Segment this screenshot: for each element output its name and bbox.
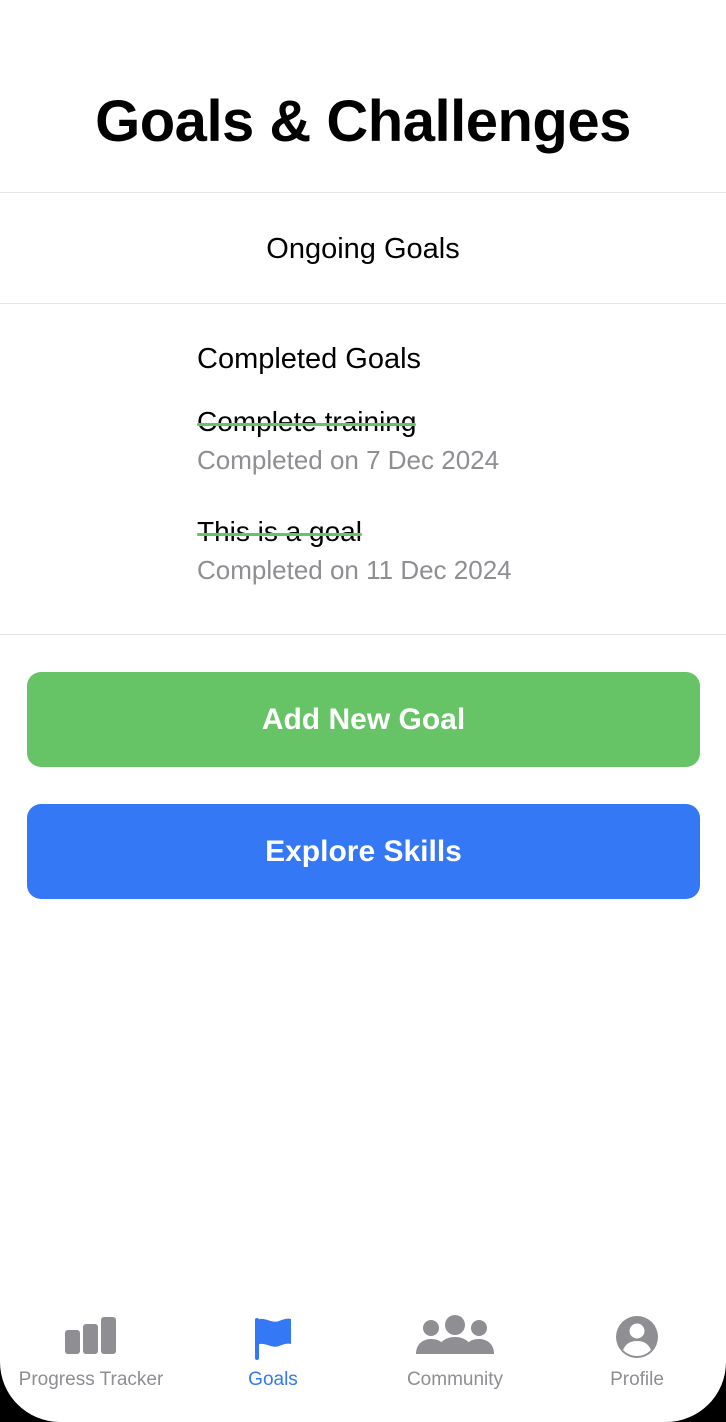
header-divider — [0, 192, 726, 193]
ongoing-divider — [0, 303, 726, 304]
person-circle-icon — [614, 1314, 660, 1365]
strikethrough-line — [197, 422, 417, 426]
flag-icon — [251, 1314, 295, 1365]
add-new-goal-button[interactable]: Add New Goal — [27, 672, 700, 767]
goal-name: This is a goal — [197, 512, 362, 552]
goal-completed-date: Completed on 7 Dec 2024 — [197, 445, 500, 475]
people-icon — [415, 1314, 495, 1363]
bar-chart-icon — [63, 1314, 119, 1363]
tab-progress-tracker[interactable]: Progress Tracker — [0, 1310, 182, 1400]
page-title: Goals & Challenges — [95, 89, 631, 154]
tab-label: Progress Tracker — [18, 1369, 164, 1390]
goal-completed-date: Completed on 11 Dec 2024 — [197, 555, 512, 585]
completed-goal-item[interactable]: This is a goal Completed on 11 Dec 2024 — [197, 512, 667, 588]
tab-label: Community — [406, 1369, 504, 1390]
completed-divider — [0, 634, 726, 635]
ongoing-goals-heading[interactable]: Ongoing Goals — [0, 228, 726, 270]
explore-skills-button[interactable]: Explore Skills — [27, 804, 700, 899]
completed-goal-item[interactable]: Complete training Completed on 7 Dec 202… — [197, 402, 667, 478]
goals-screen: Goals & Challenges Ongoing Goals Complet… — [0, 0, 726, 1422]
completed-goals-heading: Completed Goals — [197, 343, 422, 375]
tab-label: Profile — [610, 1369, 664, 1390]
completed-goals-section: Completed Goals Complete training Comple… — [197, 338, 667, 588]
goal-name-text: Complete training — [197, 406, 417, 437]
tab-bar: Progress Tracker Goals Community Profile — [0, 1310, 726, 1400]
tab-goals[interactable]: Goals — [182, 1310, 364, 1400]
tab-profile[interactable]: Profile — [546, 1310, 726, 1400]
tab-community[interactable]: Community — [364, 1310, 546, 1400]
goal-name: Complete training — [197, 402, 417, 442]
goal-name-text: This is a goal — [197, 516, 362, 547]
strikethrough-line — [197, 532, 362, 536]
tab-label: Goals — [248, 1369, 298, 1390]
